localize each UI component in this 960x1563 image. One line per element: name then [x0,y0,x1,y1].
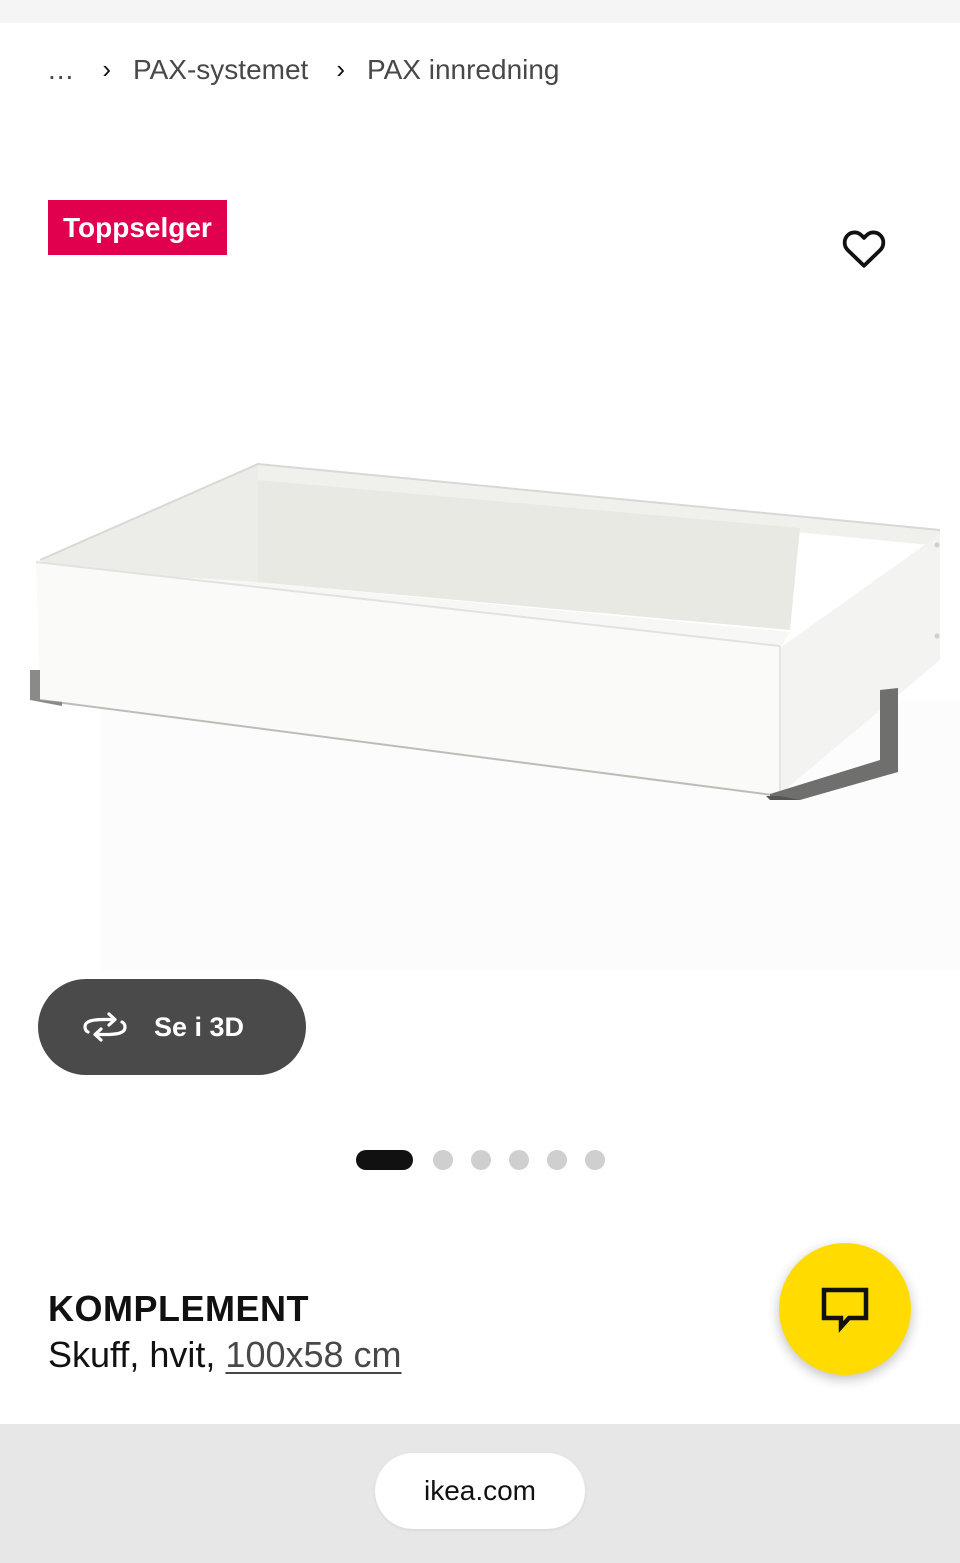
breadcrumb-item-pax-systemet[interactable]: PAX-systemet [133,54,308,86]
heart-outline-icon [842,230,886,268]
product-image[interactable] [0,440,960,980]
carousel-dot-6[interactable] [585,1150,605,1170]
top-seller-badge: Toppselger [48,200,227,255]
carousel-dot-3[interactable] [471,1150,491,1170]
view-in-3d-label: Se i 3D [154,1011,245,1042]
breadcrumb: ... › PAX-systemet › PAX innredning [48,54,560,86]
product-size-link[interactable]: 100x58 cm [225,1334,401,1375]
carousel-dot-1[interactable] [356,1150,413,1170]
carousel-dot-2[interactable] [433,1150,453,1170]
browser-url-pill[interactable]: ikea.com [375,1453,585,1529]
chevron-right-icon: › [102,53,112,84]
carousel-indicator [356,1150,623,1170]
rotate-3d-icon [83,1012,127,1042]
drawer-illustration [30,462,960,970]
carousel-dot-4[interactable] [509,1150,529,1170]
carousel-dot-5[interactable] [547,1150,567,1170]
breadcrumb-item-pax-innredning[interactable]: PAX innredning [367,54,560,86]
view-in-3d-button[interactable]: Se i 3D [38,979,306,1075]
chevron-right-icon: › [336,53,345,84]
chat-button[interactable] [779,1243,911,1375]
product-description: Skuff, hvit, 100x58 cm [48,1334,402,1376]
breadcrumb-ellipsis[interactable]: ... [48,54,74,86]
product-name: KOMPLEMENT [48,1288,309,1329]
product-description-text: Skuff, hvit, [48,1334,226,1375]
chat-bubble-icon [821,1287,869,1333]
favorite-button[interactable] [836,222,892,274]
status-strip [0,0,960,23]
